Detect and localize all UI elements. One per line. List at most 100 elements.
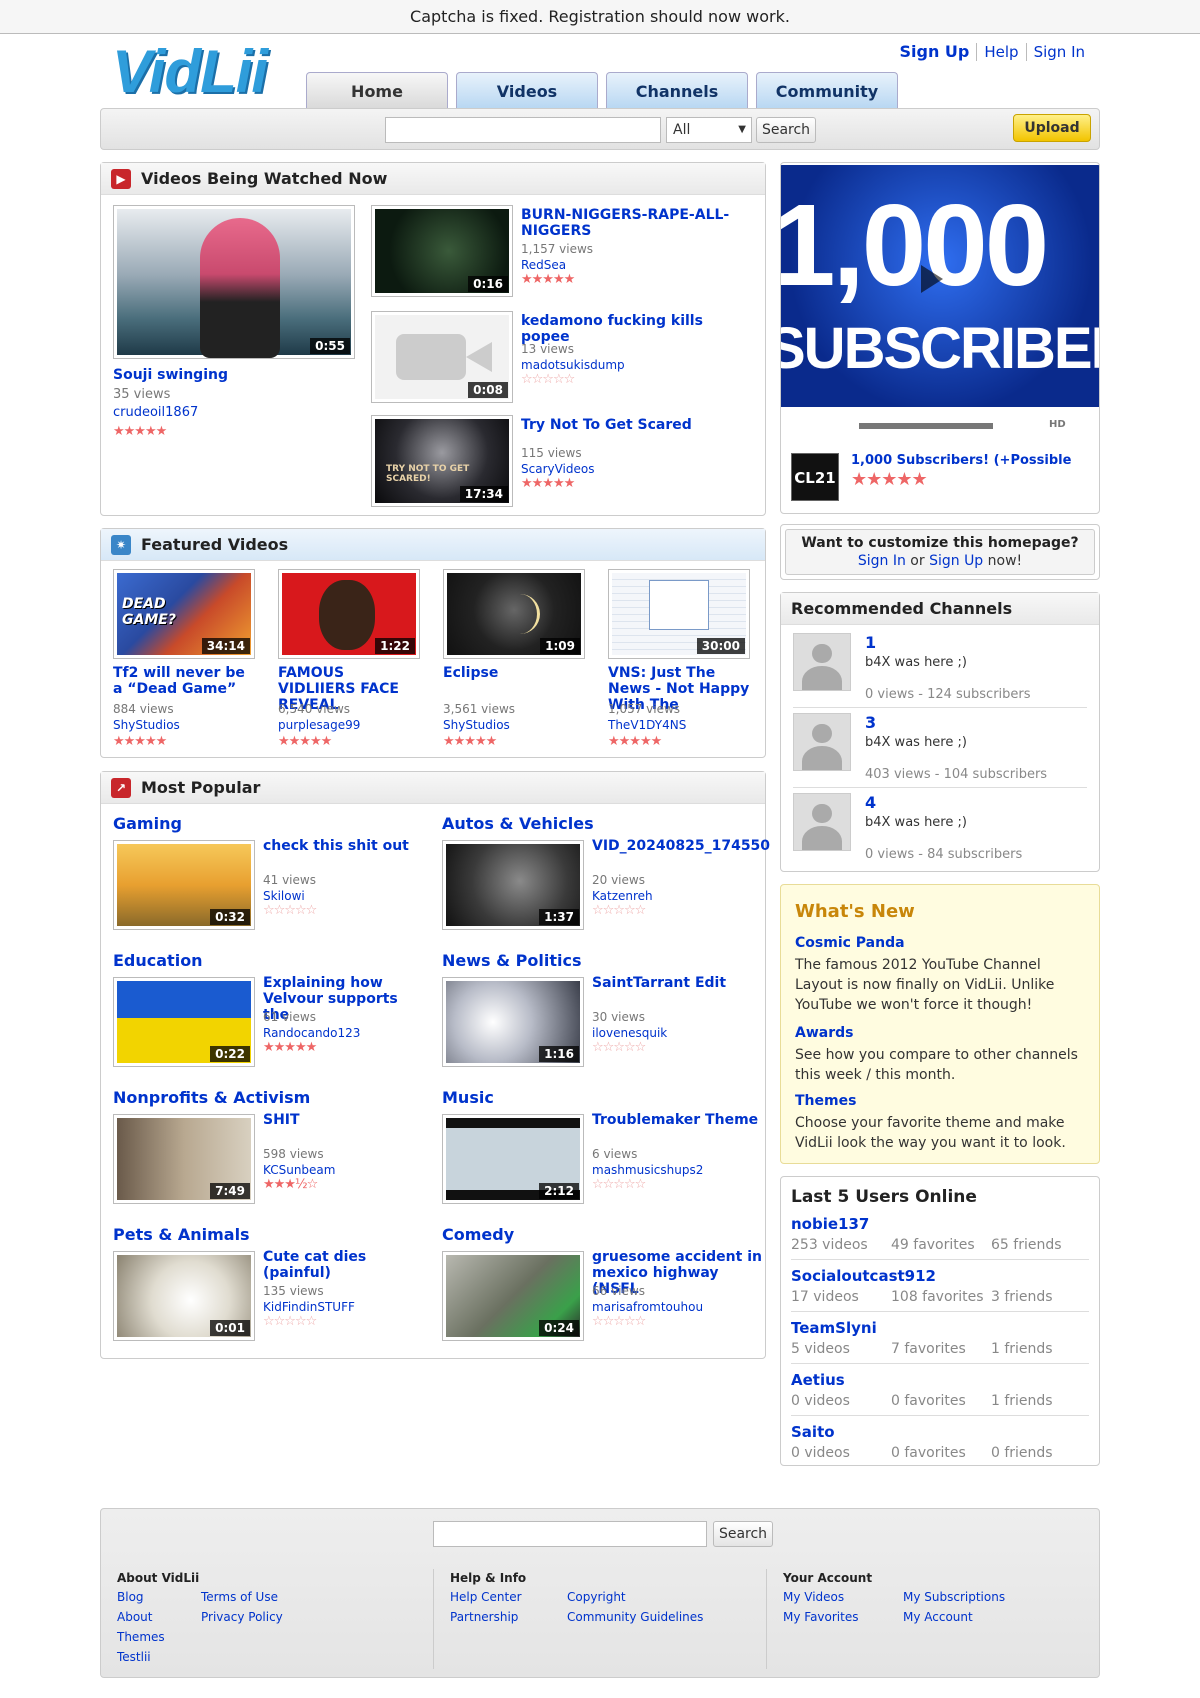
- video-thumbnail[interactable]: 2:12: [442, 1114, 584, 1204]
- video-user[interactable]: ScaryVideos: [521, 461, 594, 477]
- upload-button[interactable]: Upload: [1013, 114, 1091, 142]
- news-title[interactable]: Awards: [795, 1025, 853, 1041]
- video-thumbnail[interactable]: 1:16: [442, 977, 584, 1067]
- sign-in-link[interactable]: Sign In: [1025, 43, 1092, 61]
- video-title[interactable]: Souji swinging: [113, 367, 353, 383]
- tab-community[interactable]: Community: [756, 72, 898, 110]
- category-autos[interactable]: Autos & Vehicles: [442, 814, 594, 833]
- video-user[interactable]: madotsukisdump: [521, 357, 625, 373]
- video-user[interactable]: Skilowi: [263, 888, 305, 904]
- video-user[interactable]: TheV1DY4NS: [608, 717, 686, 733]
- search-button[interactable]: Search: [756, 117, 816, 143]
- video-player-screen[interactable]: 1,000 SUBSCRIBERS: [781, 165, 1099, 407]
- video-thumbnail[interactable]: 0:24: [442, 1251, 584, 1341]
- video-thumbnail[interactable]: 1:37: [442, 840, 584, 930]
- user-name[interactable]: Socialoutcast912: [791, 1267, 936, 1285]
- video-user[interactable]: purplesage99: [278, 717, 360, 733]
- category-gaming[interactable]: Gaming: [113, 814, 182, 833]
- footer-link-my-subscriptions[interactable]: My Subscriptions: [903, 1587, 1005, 1607]
- video-thumbnail[interactable]: 0:01: [113, 1251, 255, 1341]
- video-user[interactable]: mashmusicshups2: [592, 1162, 703, 1178]
- channel-avatar[interactable]: [793, 713, 851, 771]
- player-video-title[interactable]: 1,000 Subscribers! (+Possible: [851, 453, 1091, 469]
- footer-search-input[interactable]: [433, 1521, 707, 1547]
- video-user[interactable]: ShyStudios: [443, 717, 510, 733]
- news-title[interactable]: Themes: [795, 1093, 856, 1109]
- video-user[interactable]: marisafromtouhou: [592, 1299, 703, 1315]
- footer-link-my-favorites[interactable]: My Favorites: [783, 1607, 858, 1627]
- search-category-select[interactable]: All ▼: [666, 117, 752, 143]
- footer-link-about[interactable]: About: [117, 1607, 152, 1627]
- footer-link-terms[interactable]: Terms of Use: [201, 1587, 278, 1607]
- customize-sign-up-link[interactable]: Sign Up: [929, 553, 983, 569]
- video-title[interactable]: SaintTarrant Edit: [592, 975, 762, 991]
- video-title[interactable]: SHIT: [263, 1112, 423, 1128]
- footer-link-partnership[interactable]: Partnership: [450, 1607, 518, 1627]
- hd-toggle[interactable]: HD: [1049, 419, 1066, 430]
- video-thumbnail[interactable]: 1:09: [443, 569, 585, 659]
- player-progress-bar[interactable]: [859, 423, 993, 429]
- video-thumbnail[interactable]: 1:22: [278, 569, 420, 659]
- category-nonprofits[interactable]: Nonprofits & Activism: [113, 1088, 310, 1107]
- video-user[interactable]: crudeoil1867: [113, 405, 198, 421]
- video-title[interactable]: Troublemaker Theme: [592, 1112, 762, 1128]
- video-thumbnail[interactable]: 0:08: [371, 311, 513, 403]
- video-title[interactable]: Tf2 will never be a “Dead Game”: [113, 665, 253, 697]
- user-name[interactable]: TeamSlyni: [791, 1319, 877, 1337]
- video-thumbnail[interactable]: 0:22: [113, 977, 255, 1067]
- search-input[interactable]: [385, 117, 661, 143]
- video-user[interactable]: RedSea: [521, 257, 566, 273]
- category-comedy[interactable]: Comedy: [442, 1225, 514, 1244]
- channel-avatar[interactable]: [793, 793, 851, 851]
- play-icon[interactable]: [921, 265, 943, 293]
- sign-up-link[interactable]: Sign Up: [893, 42, 977, 61]
- video-title[interactable]: BURN-NIGGERS-RAPE-ALL-NIGGERS: [521, 207, 731, 239]
- customize-sign-in-link[interactable]: Sign In: [858, 553, 906, 569]
- video-user[interactable]: Katzenreh: [592, 888, 653, 904]
- user-name[interactable]: Saito: [791, 1423, 835, 1441]
- video-user[interactable]: ShyStudios: [113, 717, 180, 733]
- footer-search-button[interactable]: Search: [713, 1521, 773, 1547]
- category-pets[interactable]: Pets & Animals: [113, 1225, 250, 1244]
- tab-home[interactable]: Home: [306, 72, 448, 110]
- video-user[interactable]: ilovenesquik: [592, 1025, 667, 1041]
- footer-link-testlii[interactable]: Testlii: [117, 1647, 151, 1667]
- tab-channels[interactable]: Channels: [606, 72, 748, 110]
- video-thumbnail[interactable]: 0:32: [113, 840, 255, 930]
- video-thumbnail[interactable]: 0:55: [113, 205, 355, 359]
- video-title[interactable]: Eclipse: [443, 665, 585, 681]
- video-title[interactable]: Try Not To Get Scared: [521, 417, 741, 433]
- vidlii-logo[interactable]: VidLii: [112, 40, 282, 104]
- channel-name[interactable]: 1: [865, 633, 876, 652]
- footer-link-copyright[interactable]: Copyright: [567, 1587, 626, 1607]
- video-user[interactable]: Randocando123: [263, 1025, 360, 1041]
- footer-link-themes[interactable]: Themes: [117, 1627, 165, 1647]
- video-thumbnail[interactable]: 7:49: [113, 1114, 255, 1204]
- channel-avatar[interactable]: [793, 633, 851, 691]
- video-thumbnail[interactable]: 0:16: [371, 205, 513, 297]
- video-thumbnail[interactable]: 30:00: [608, 569, 750, 659]
- video-thumbnail[interactable]: TRY NOT TO GET SCARED! 17:34: [371, 415, 513, 507]
- footer-link-my-videos[interactable]: My Videos: [783, 1587, 844, 1607]
- news-title[interactable]: Cosmic Panda: [795, 935, 905, 951]
- footer-link-help-center[interactable]: Help Center: [450, 1587, 522, 1607]
- help-link[interactable]: Help: [976, 43, 1026, 61]
- video-title[interactable]: Cute cat dies (painful): [263, 1249, 433, 1281]
- video-user[interactable]: KidFindinSTUFF: [263, 1299, 355, 1315]
- user-name[interactable]: Aetius: [791, 1371, 845, 1389]
- footer-link-my-account[interactable]: My Account: [903, 1607, 973, 1627]
- video-thumbnail[interactable]: DEAD GAME? 34:14: [113, 569, 255, 659]
- user-name[interactable]: nobie137: [791, 1215, 869, 1233]
- video-user[interactable]: KCSunbeam: [263, 1162, 335, 1178]
- video-title[interactable]: check this shit out: [263, 838, 423, 854]
- footer-link-blog[interactable]: Blog: [117, 1587, 144, 1607]
- footer-link-guidelines[interactable]: Community Guidelines: [567, 1607, 703, 1627]
- channel-name[interactable]: 4: [865, 793, 876, 812]
- tab-videos[interactable]: Videos: [456, 72, 598, 110]
- channel-name[interactable]: 3: [865, 713, 876, 732]
- category-education[interactable]: Education: [113, 951, 203, 970]
- video-title[interactable]: VID_20240825_174550: [592, 838, 770, 854]
- channel-avatar[interactable]: CL21: [791, 453, 839, 501]
- footer-link-privacy[interactable]: Privacy Policy: [201, 1607, 283, 1627]
- category-news[interactable]: News & Politics: [442, 951, 581, 970]
